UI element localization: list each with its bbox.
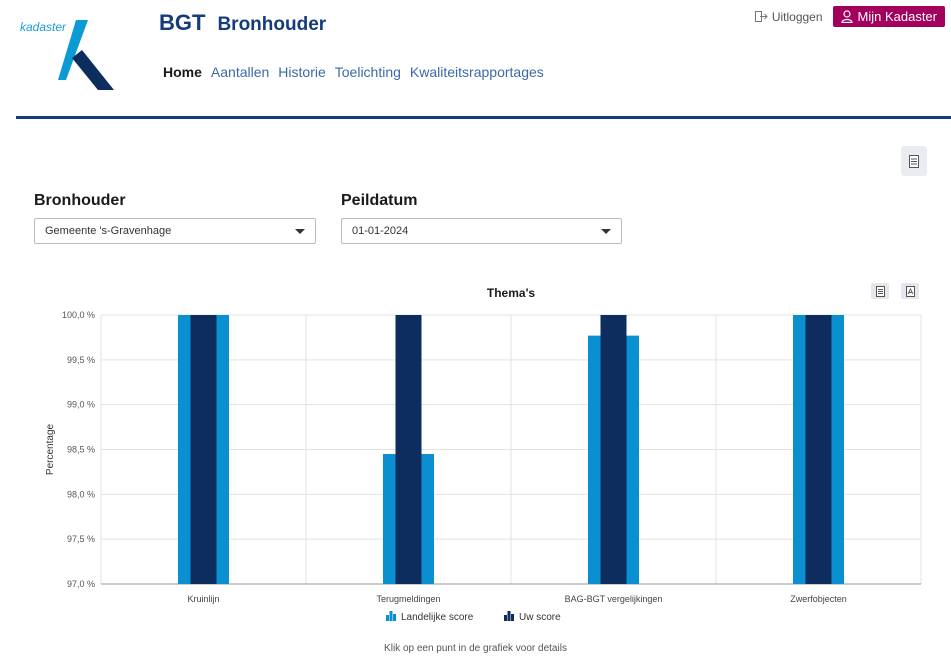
chart-footnote: Klik op een punt in de grafiek voor deta…: [384, 643, 567, 654]
bar-uw-score: [805, 315, 832, 584]
bronhouder-value: Gemeente 's-Gravenhage: [45, 225, 172, 237]
app-subtitle: Bronhouder: [217, 14, 327, 35]
peildatum-label: Peildatum: [341, 192, 418, 209]
nav-aantallen[interactable]: Aantallen: [211, 64, 269, 80]
logout-button[interactable]: Uitloggen: [754, 9, 823, 24]
legend-item[interactable]: Landelijke score: [386, 611, 474, 623]
y-tick-label: 99,0 %: [67, 400, 95, 410]
export-document-button[interactable]: [901, 146, 927, 176]
peildatum-value: 01-01-2024: [352, 225, 409, 237]
legend-label: Landelijke score: [401, 612, 474, 623]
header-divider: [16, 116, 951, 119]
y-tick-label: 98,0 %: [67, 489, 95, 499]
x-tick-label: Zwerfobjecten: [790, 594, 847, 604]
y-tick-label: 98,5 %: [67, 445, 95, 455]
app-title: BGT Bronhouder: [159, 10, 326, 36]
y-tick-label: 99,5 %: [67, 355, 95, 365]
themas-chart: Thema's 97,0 % 97,5 % 98,0 % 98,5 % 99,0 % 99,…: [45, 286, 922, 623]
bronhouder-label: Bronhouder: [34, 192, 126, 209]
nav-toelichting[interactable]: Toelichting: [335, 64, 401, 80]
nav-home[interactable]: Home: [163, 64, 202, 80]
x-tick-label: Terugmeldingen: [376, 594, 440, 604]
y-tick-label: 97,5 %: [67, 534, 95, 544]
peildatum-select[interactable]: 01-01-2024: [341, 218, 622, 244]
y-tick-label: 100,0 %: [62, 310, 95, 320]
kadaster-k-icon: [58, 20, 114, 90]
user-icon: [840, 10, 853, 23]
nav-historie[interactable]: Historie: [278, 64, 325, 80]
app-name: BGT: [159, 10, 206, 35]
bar-chart-icon: [386, 611, 396, 621]
logout-icon: [754, 11, 768, 22]
document-icon: [909, 154, 919, 168]
bar-chart-icon: [504, 611, 514, 621]
x-tick-label: BAG-BGT vergelijkingen: [565, 594, 663, 604]
kadaster-logo[interactable]: kadaster: [20, 12, 120, 94]
bar-uw-score: [600, 315, 627, 584]
x-tick-label: Kruinlijn: [187, 594, 219, 604]
y-axis-label: Percentage: [45, 423, 56, 475]
bar-uw-score: [190, 315, 217, 584]
bar-uw-score: [395, 315, 422, 584]
legend-item[interactable]: Uw score: [504, 611, 561, 623]
chart-title: Thema's: [487, 286, 536, 300]
logout-label: Uitloggen: [771, 9, 823, 24]
bronhouder-select[interactable]: Gemeente 's-Gravenhage: [34, 218, 316, 244]
chevron-down-icon: [601, 229, 611, 234]
chevron-down-icon: [295, 229, 305, 234]
main-nav: Home Aantallen Historie Toelichting Kwal…: [163, 64, 544, 80]
top-actions: Uitloggen Mijn Kadaster: [754, 6, 945, 27]
mijn-kadaster-button[interactable]: Mijn Kadaster: [832, 6, 945, 27]
nav-kwaliteitsrapportages[interactable]: Kwaliteitsrapportages: [410, 64, 544, 80]
y-tick-label: 97,0 %: [67, 579, 95, 589]
legend-label: Uw score: [519, 612, 561, 623]
mijn-kadaster-label: Mijn Kadaster: [857, 9, 937, 24]
